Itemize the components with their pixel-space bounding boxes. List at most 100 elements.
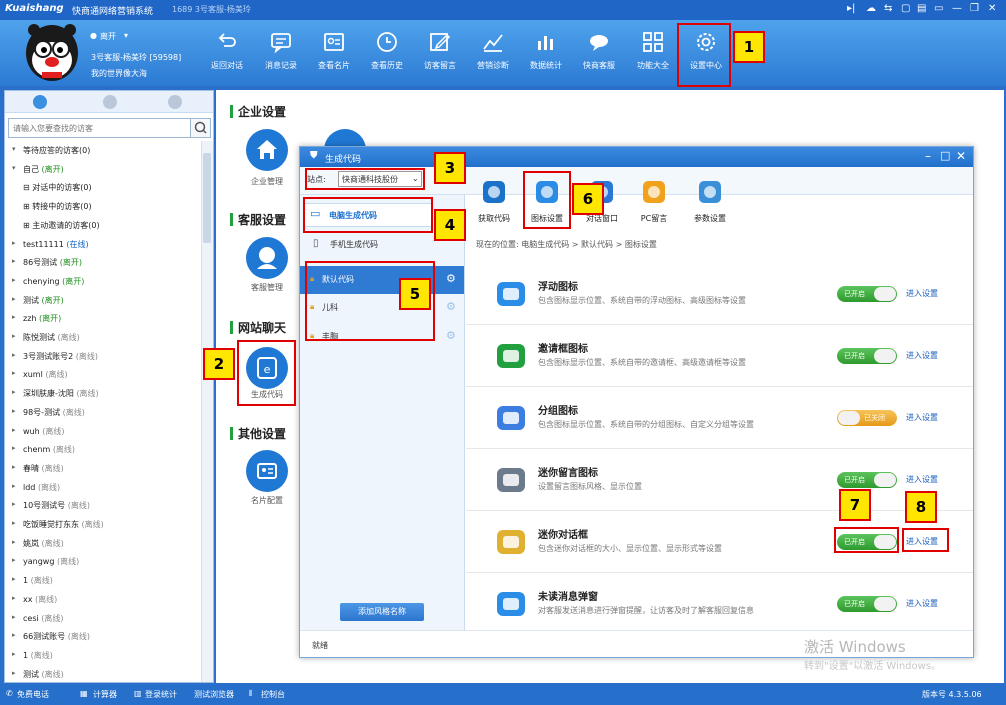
expand-arrow-icon[interactable]: ▾ xyxy=(12,145,16,153)
expand-arrow-icon[interactable]: ▸ xyxy=(12,257,16,265)
toolbar-button-7[interactable]: 快商客服 xyxy=(573,28,625,84)
expand-arrow-icon[interactable]: ▾ xyxy=(12,164,16,172)
expand-arrow-icon[interactable]: ▸ xyxy=(12,313,16,321)
dialog-tool-4[interactable]: 参数设置 xyxy=(686,175,734,233)
list-item[interactable]: ⊞ 主动邀请的访客(0) xyxy=(5,216,201,235)
pin-icon[interactable]: ▸| xyxy=(847,3,855,14)
expand-arrow-icon[interactable]: ▸ xyxy=(12,538,16,546)
console-link[interactable]: 控制台 xyxy=(261,689,285,700)
style-gear-icon[interactable]: ⚙ xyxy=(446,300,456,313)
list-item[interactable]: ▸ yangwg (离线) xyxy=(5,552,201,571)
toolbar-button-5[interactable]: 营销诊断 xyxy=(467,28,519,84)
status-toggle[interactable]: 已开启 xyxy=(837,472,897,488)
status-toggle[interactable]: 已开启 xyxy=(837,286,897,302)
expand-arrow-icon[interactable]: ▸ xyxy=(12,556,16,564)
search-input[interactable] xyxy=(13,121,183,135)
status-toggle[interactable]: 已开启 xyxy=(837,348,897,364)
list-item[interactable]: ▸ 1 (离线) xyxy=(5,646,201,665)
avatar[interactable] xyxy=(22,22,82,84)
expand-arrow-icon[interactable]: ▸ xyxy=(12,444,16,452)
list-item[interactable]: ▾ 自己 (离开) xyxy=(5,160,201,179)
add-style-button[interactable]: 添加风格名称 xyxy=(340,603,424,621)
card-config-label[interactable]: 名片配置 xyxy=(232,495,302,506)
toolbar-button-0[interactable]: 返回对话 xyxy=(201,28,253,84)
expand-arrow-icon[interactable]: ▸ xyxy=(12,426,16,434)
enter-settings-link[interactable]: 进入设置 xyxy=(906,474,938,485)
status-toggle[interactable]: 已开启 xyxy=(837,596,897,612)
style-gear-icon[interactable]: ⚙ xyxy=(446,329,456,342)
expand-arrow-icon[interactable]: ▸ xyxy=(12,613,16,621)
expand-arrow-icon[interactable]: ▸ xyxy=(12,369,16,377)
list-item[interactable]: ▸ xuml (离线) xyxy=(5,365,201,384)
enter-settings-link[interactable]: 进入设置 xyxy=(906,412,938,423)
list-item[interactable]: ▸ 吃饭睡觉打东东 (离线) xyxy=(5,515,201,534)
list-item[interactable]: ▸ zzh (离开) xyxy=(5,309,201,328)
list-item[interactable]: ▸ 测试 (离开) xyxy=(5,291,201,310)
expand-arrow-icon[interactable]: ▸ xyxy=(12,239,16,247)
free-call-link[interactable]: 免费电话 xyxy=(17,689,49,700)
login-stats-link[interactable]: 登录统计 xyxy=(145,689,177,700)
list-item[interactable]: ▸ 98号-测试 (离线) xyxy=(5,403,201,422)
expand-arrow-icon[interactable]: ▸ xyxy=(12,650,16,658)
toolbar-button-1[interactable]: 消息记录 xyxy=(255,28,307,84)
chat-tab-icon[interactable] xyxy=(33,95,47,109)
expand-arrow-icon[interactable]: ▸ xyxy=(12,295,16,303)
expand-arrow-icon[interactable]: ▸ xyxy=(12,276,16,284)
user-tab-icon[interactable] xyxy=(103,95,117,109)
expand-arrow-icon[interactable]: ▸ xyxy=(12,351,16,359)
monitor-icon[interactable]: ▭ xyxy=(934,3,943,14)
enter-settings-link[interactable]: 进入设置 xyxy=(906,350,938,361)
expand-arrow-icon[interactable]: ▸ xyxy=(12,463,16,471)
status-toggle[interactable]: 已关闭 xyxy=(837,410,897,426)
dialog-minimize-button[interactable]: – xyxy=(925,149,931,163)
toolbar-button-4[interactable]: 访客留言 xyxy=(414,28,466,84)
list-item[interactable]: ▸ chenm (离线) xyxy=(5,440,201,459)
toolbar-button-3[interactable]: 查看历史 xyxy=(361,28,413,84)
expand-arrow-icon[interactable]: ▸ xyxy=(12,500,16,508)
minimize-button[interactable]: — xyxy=(952,3,962,14)
list-item[interactable]: ▸ 测试 (离线) xyxy=(5,665,201,682)
toolbar-button-8[interactable]: 功能大全 xyxy=(627,28,679,84)
list-item[interactable]: ▸ chenying (离开) xyxy=(5,272,201,291)
screen-icon[interactable]: ▢ xyxy=(901,3,910,14)
card-config-icon[interactable] xyxy=(246,450,288,492)
history-tab-icon[interactable] xyxy=(168,95,182,109)
toolbar-button-6[interactable]: 数据统计 xyxy=(520,28,572,84)
home-icon[interactable] xyxy=(246,129,288,171)
list-item[interactable]: ▸ 1 (离线) xyxy=(5,571,201,590)
list-item[interactable]: ▸ 深圳肤康-沈阳 (离线) xyxy=(5,384,201,403)
enter-settings-link[interactable]: 进入设置 xyxy=(906,598,938,609)
toolbar-button-2[interactable]: 查看名片 xyxy=(308,28,360,84)
switch-icon[interactable]: ⇆ xyxy=(884,3,892,14)
test-browser-link[interactable]: 测试浏览器 xyxy=(194,689,234,700)
dialog-close-button[interactable]: ✕ xyxy=(956,149,966,163)
agent-icon[interactable] xyxy=(246,237,288,279)
skin-icon[interactable]: ☁ xyxy=(866,3,876,14)
list-item[interactable]: ⊞ 转接中的访客(0) xyxy=(5,197,201,216)
service-mgmt-label[interactable]: 客服管理 xyxy=(232,282,302,293)
list-item[interactable]: ▸ xx (离线) xyxy=(5,590,201,609)
dialog-maximize-button[interactable]: □ xyxy=(940,149,950,162)
list-item[interactable]: ▸ cesi (离线) xyxy=(5,609,201,628)
expand-arrow-icon[interactable]: ▸ xyxy=(12,669,16,677)
restore-button[interactable]: ❐ xyxy=(970,3,979,14)
expand-arrow-icon[interactable]: ▸ xyxy=(12,519,16,527)
expand-arrow-icon[interactable]: ▸ xyxy=(12,407,16,415)
enter-settings-link[interactable]: 进入设置 xyxy=(906,288,938,299)
list-item[interactable]: ▸ 春晴 (离线) xyxy=(5,459,201,478)
list-item[interactable]: ▸ wuh (离线) xyxy=(5,422,201,441)
list-item[interactable]: ▸ ldd (离线) xyxy=(5,478,201,497)
list-item[interactable]: ▸ 陈悦测试 (离线) xyxy=(5,328,201,347)
list-item[interactable]: ▸ test11111 (在线) xyxy=(5,235,201,254)
expand-arrow-icon[interactable]: ▸ xyxy=(12,482,16,490)
calculator-link[interactable]: 计算器 xyxy=(93,689,117,700)
list-item[interactable]: ▸ 86号测试 (离开) xyxy=(5,253,201,272)
notes-icon[interactable]: ▤ xyxy=(917,3,926,14)
dialog-tool-3[interactable]: PC留言 xyxy=(630,175,678,233)
close-button[interactable]: ✕ xyxy=(988,3,996,14)
list-item[interactable]: ⊟ 对话中的访客(0) xyxy=(5,178,201,197)
list-item[interactable]: ▸ 66测试账号 (离线) xyxy=(5,627,201,646)
chevron-down-icon[interactable]: ▾ xyxy=(124,31,128,40)
dialog-tool-0[interactable]: 获取代码 xyxy=(470,175,518,233)
expand-arrow-icon[interactable]: ▸ xyxy=(12,388,16,396)
